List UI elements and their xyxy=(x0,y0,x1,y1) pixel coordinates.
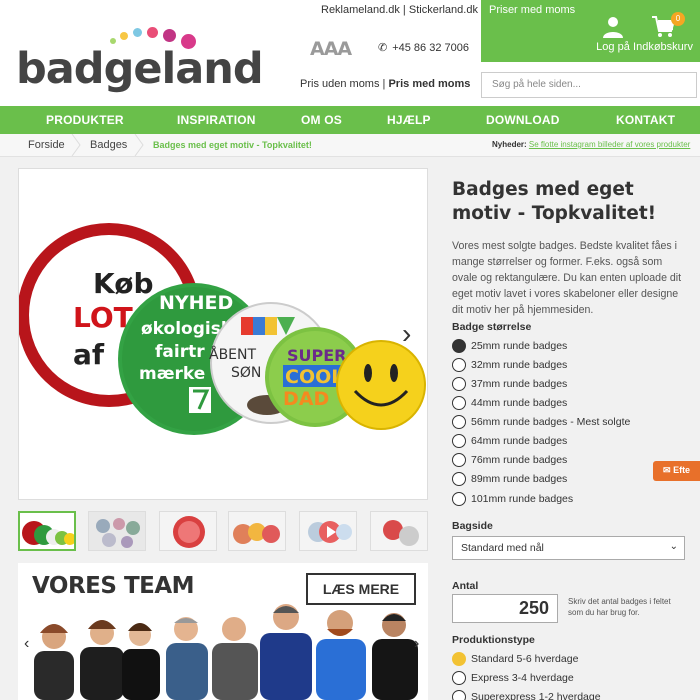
sister-links: Reklameland.dk | Stickerland.dk xyxy=(321,4,478,16)
nav-item-produkter[interactable]: PRODUKTER xyxy=(46,113,124,127)
radio-icon xyxy=(452,453,466,467)
badge2-line1: NYHED xyxy=(159,292,233,314)
badge3-line1: ÅBENT xyxy=(209,346,257,363)
nav-item-om-os[interactable]: OM OS xyxy=(301,113,342,127)
radio-icon xyxy=(452,358,466,372)
thumbnail[interactable] xyxy=(299,511,357,551)
nav-item-inspiration[interactable]: INSPIRATION xyxy=(177,113,256,127)
badge1-line1: Køb xyxy=(93,267,153,300)
price-panel-label: Priser med moms xyxy=(489,4,576,16)
badge2-line3: fairtr xyxy=(155,342,205,362)
stickerland-link[interactable]: Stickerland.dk xyxy=(409,4,478,16)
team-banner[interactable]: VORES TEAM LÆS MERE ‹ › xyxy=(18,563,428,700)
radio-icon xyxy=(452,671,466,685)
thumbnail[interactable] xyxy=(159,511,217,551)
price-with-vat-link[interactable]: Pris med moms xyxy=(388,78,470,90)
thumbnail[interactable] xyxy=(88,511,146,551)
side-tab-label: Efte xyxy=(673,465,691,475)
badge4-line1: SUPER xyxy=(287,346,347,365)
back-select-value: Standard med nål xyxy=(461,542,544,554)
breadcrumb-badges[interactable]: Badges xyxy=(90,134,127,156)
breadcrumb-separator-icon xyxy=(134,134,144,156)
header: badgeland Reklameland.dk | Stickerland.d… xyxy=(0,0,700,106)
logo-text: badgeland xyxy=(16,44,264,94)
reklameland-link[interactable]: Reklameland.dk xyxy=(321,4,400,16)
radio-icon xyxy=(452,415,466,429)
qty-label: Antal xyxy=(452,580,479,592)
production-label: Produktionstype xyxy=(452,634,535,646)
badge1-line2: LOT xyxy=(73,301,133,334)
radio-icon xyxy=(452,434,466,448)
phone-number[interactable]: ✆ +45 86 32 7006 xyxy=(378,41,469,54)
badge4-line2: COOL xyxy=(285,366,343,388)
cart-label: Indkøbskurv xyxy=(633,41,693,53)
product-image-gallery[interactable]: Køb LOT af NYHED økologisk fairtr mærke … xyxy=(18,168,428,500)
cart-button[interactable]: 0 Indkøbskurv xyxy=(628,12,698,53)
price-without-vat-link[interactable]: Pris uden moms xyxy=(300,78,379,90)
news-link[interactable]: Se flotte instagram billeder af vores pr… xyxy=(529,140,690,149)
thumbnail-strip xyxy=(18,511,428,551)
breadcrumb-forside[interactable]: Forside xyxy=(28,134,65,156)
gallery-next-arrow-icon[interactable]: › xyxy=(402,318,411,350)
badgeland-logo[interactable]: badgeland xyxy=(16,24,264,94)
mail-icon: ✉ xyxy=(663,465,671,475)
product-title: Badges med eget motiv - Topkvalitet! xyxy=(452,179,657,224)
chevron-down-icon: ⌄ xyxy=(669,541,678,552)
breadcrumb: Forside Badges Badges med eget motiv - T… xyxy=(0,134,700,157)
breadcrumb-current: Badges med eget motiv - Topkvalitet! xyxy=(153,140,312,150)
search-input[interactable]: Søg på hele siden... xyxy=(481,72,697,98)
price-panel: Priser med moms Log på 0 Indkøbskurv xyxy=(481,0,700,62)
nav-item-kontakt[interactable]: KONTAKT xyxy=(616,113,675,127)
radio-icon xyxy=(452,396,466,410)
aaa-rating-badge: AAA xyxy=(310,38,352,60)
news-ticker: Nyheder: Se flotte instagram billeder af… xyxy=(492,134,690,156)
phone-icon: ✆ xyxy=(378,42,388,54)
main-nav: PRODUKTER INSPIRATION OM OS HJÆLP DOWNLO… xyxy=(0,106,700,134)
login-label: Log på xyxy=(596,41,630,53)
vat-toggle: Pris uden moms | Pris med moms xyxy=(300,78,470,90)
news-label: Nyheder: xyxy=(492,140,527,149)
breadcrumb-separator-icon xyxy=(71,134,81,156)
side-feedback-tab[interactable]: ✉ Efte xyxy=(653,461,700,481)
nav-item-hjaelp[interactable]: HJÆLP xyxy=(387,113,431,127)
quantity-input[interactable]: 250 xyxy=(452,594,558,623)
nav-item-download[interactable]: DOWNLOAD xyxy=(486,113,560,127)
radio-checked-icon xyxy=(452,652,466,666)
badge1-line3: af xyxy=(73,338,105,371)
back-label: Bagside xyxy=(452,520,493,532)
product-image: Køb LOT af NYHED økologisk fairtr mærke … xyxy=(19,223,426,435)
badge4-line3: DAD xyxy=(283,388,329,410)
team-prev-arrow-icon[interactable]: ‹ xyxy=(24,635,29,653)
radio-icon xyxy=(452,377,466,391)
radio-icon xyxy=(452,472,466,486)
back-select[interactable]: Standard med nål ⌄ xyxy=(452,536,685,560)
badge3-line2: SØN xyxy=(231,365,261,381)
badge2-line4: mærke xyxy=(139,364,205,384)
product-description: Vores mest solgte badges. Bedste kvalite… xyxy=(452,240,682,316)
team-next-arrow-icon[interactable]: › xyxy=(414,635,419,653)
phone-text: +45 86 32 7006 xyxy=(392,42,469,54)
thumbnail[interactable] xyxy=(228,511,286,551)
radio-icon xyxy=(452,690,466,700)
team-photo xyxy=(34,604,418,700)
cart-count-badge: 0 xyxy=(671,12,685,26)
size-label: Badge størrelse xyxy=(452,321,532,333)
radio-icon xyxy=(452,492,466,506)
sister-sep: | xyxy=(399,4,409,16)
page: badgeland Reklameland.dk | Stickerland.d… xyxy=(0,0,700,700)
radio-checked-icon xyxy=(452,339,466,353)
thumbnail[interactable] xyxy=(18,511,76,551)
thumbnail[interactable] xyxy=(370,511,428,551)
quantity-hint: Skriv det antal badges i feltet som du h… xyxy=(568,597,671,617)
user-icon xyxy=(603,17,623,38)
